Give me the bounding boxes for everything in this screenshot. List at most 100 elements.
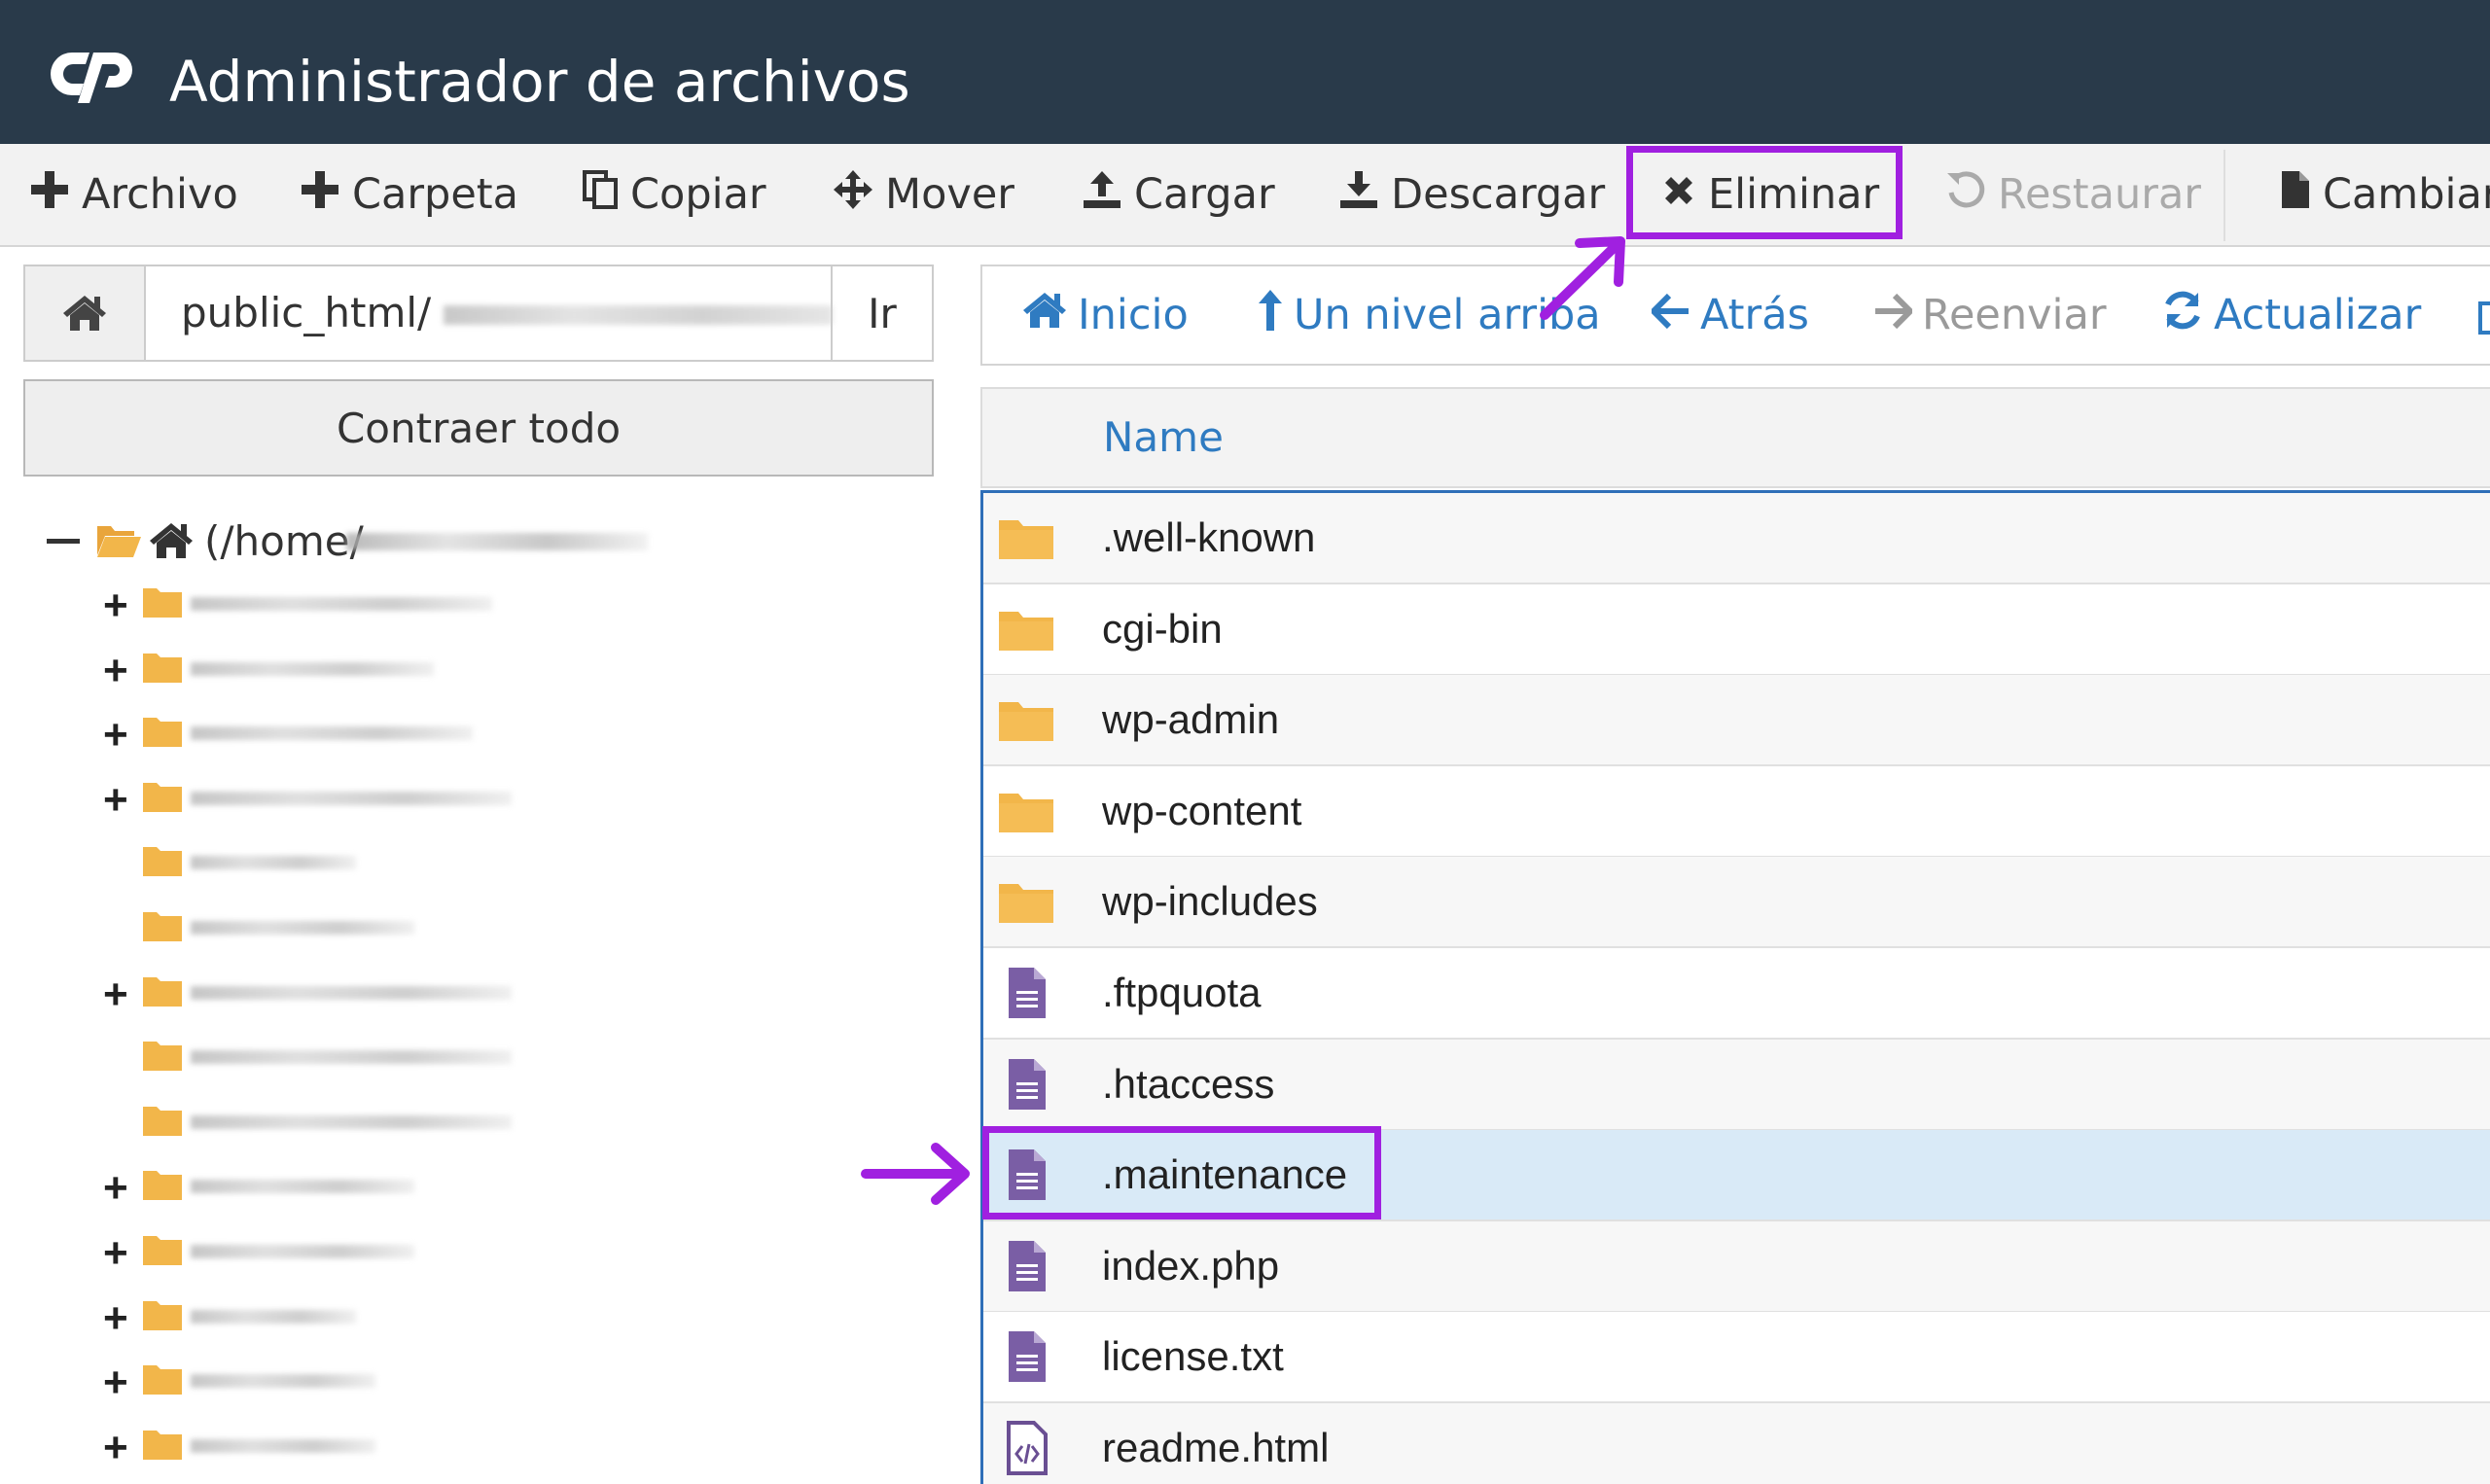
folder-icon [143, 1236, 182, 1265]
move-icon [833, 169, 873, 221]
code-file-icon [1007, 1421, 1048, 1475]
file-row[interactable]: cgi-bin [983, 583, 2490, 676]
expand-toggle[interactable]: + [103, 778, 128, 821]
file-icon [2280, 169, 2311, 221]
collapse-all-button[interactable]: Contraer todo [23, 379, 934, 477]
nav-home-button[interactable]: Inicio [1021, 266, 1189, 364]
tree-folder-item[interactable]: + [0, 711, 681, 760]
arrow-annotation-icon [1540, 236, 1625, 320]
restore-button[interactable]: Restaurar [1945, 144, 2201, 245]
file-row[interactable]: readme.html [983, 1403, 2490, 1484]
go-button[interactable]: Ir [831, 266, 932, 360]
expand-toggle[interactable]: + [103, 649, 128, 691]
upload-label: Cargar [1134, 170, 1275, 219]
plus-icon [29, 169, 70, 221]
folder-icon [143, 718, 182, 748]
arrow-right-icon [1873, 291, 1915, 339]
file-row[interactable]: wp-content [983, 765, 2490, 858]
nav-back-label: Atrás [1700, 291, 1809, 339]
tree-folder-redacted [191, 1438, 375, 1453]
nav-more-icon[interactable] [2478, 301, 2490, 335]
folder-icon [143, 976, 182, 1007]
path-home-button[interactable] [25, 266, 146, 360]
tree-folder-item[interactable]: + [0, 1229, 681, 1278]
tree-root-label: (/home/ [204, 516, 364, 565]
file-name: cgi-bin [1102, 605, 1223, 652]
tree-folder-item[interactable]: + [0, 1359, 681, 1407]
file-name: index.php [1102, 1242, 1280, 1289]
column-name-header[interactable]: Name [1103, 389, 1224, 486]
folder-icon [999, 611, 1053, 651]
collapse-toggle[interactable] [47, 538, 80, 544]
expand-toggle[interactable]: + [103, 972, 128, 1015]
tree-folder-item[interactable]: + [0, 776, 681, 825]
tree-folder-item[interactable] [0, 905, 681, 954]
level-up-icon [1257, 288, 1284, 343]
move-button[interactable]: Mover [833, 144, 1014, 245]
expand-toggle[interactable]: + [103, 584, 128, 627]
page-title: Administrador de archivos [169, 49, 910, 115]
file-row[interactable]: .htaccess [983, 1039, 2490, 1131]
tree-folder-redacted [191, 661, 434, 676]
folder-icon [999, 884, 1053, 924]
tree-folder-item[interactable]: + [0, 1294, 681, 1343]
new-file-button[interactable]: Archivo [29, 144, 238, 245]
tree-folder-item[interactable] [0, 840, 681, 889]
nav-forward-button[interactable]: Reenviar [1873, 266, 2107, 364]
tree-folder-item[interactable]: + [0, 1424, 681, 1472]
tree-folder-item[interactable] [0, 1100, 681, 1148]
nav-back-button[interactable]: Atrás [1649, 266, 1809, 364]
nav-forward-label: Reenviar [1922, 291, 2107, 339]
file-row[interactable]: license.txt [983, 1312, 2490, 1404]
change-permissions-button[interactable]: Cambiar [2280, 144, 2490, 245]
file-row[interactable]: index.php [983, 1220, 2490, 1313]
file-row[interactable]: .ftpquota [983, 948, 2490, 1040]
tree-folder-redacted [191, 1245, 414, 1258]
column-header: Name [980, 387, 2490, 488]
expand-toggle[interactable]: + [103, 714, 128, 757]
file-row[interactable]: wp-admin [983, 675, 2490, 767]
tree-folder-redacted [191, 1374, 375, 1389]
path-input[interactable]: public_html/ [181, 266, 431, 360]
file-name: wp-includes [1102, 878, 1318, 925]
tree-folder-redacted [191, 1309, 356, 1324]
expand-toggle[interactable]: + [103, 1296, 128, 1339]
upload-button[interactable]: Cargar [1082, 144, 1275, 245]
tree-folder-redacted [191, 597, 492, 611]
expand-toggle[interactable]: + [103, 1426, 128, 1468]
tree-folder-redacted [191, 856, 356, 870]
expand-toggle[interactable]: + [103, 1361, 128, 1404]
maintenance-highlight-box [982, 1126, 1381, 1219]
folder-icon [143, 1042, 182, 1072]
path-bar: public_html/ Ir [23, 265, 934, 362]
file-row[interactable]: wp-includes [983, 857, 2490, 949]
file-name: .ftpquota [1102, 970, 1262, 1015]
upload-icon [1082, 169, 1122, 221]
restore-label: Restaurar [1998, 170, 2201, 219]
tree-folder-item[interactable] [0, 1035, 681, 1083]
folder-icon [143, 1430, 182, 1460]
folder-open-icon [97, 526, 141, 557]
home-icon [63, 296, 106, 331]
new-file-label: Archivo [82, 170, 238, 219]
tree-root[interactable]: (/home/ [47, 510, 364, 572]
tree-folder-redacted [191, 921, 414, 935]
file-name: .well-known [1102, 514, 1316, 560]
path-redacted [444, 305, 833, 325]
expand-toggle[interactable]: + [103, 1232, 128, 1275]
file-row[interactable]: .well-known [983, 493, 2490, 584]
tree-folder-item[interactable]: + [0, 647, 681, 695]
folder-icon [143, 1365, 182, 1396]
download-label: Descargar [1391, 170, 1606, 219]
copy-button[interactable]: Copiar [582, 144, 766, 245]
new-folder-button[interactable]: Carpeta [300, 144, 518, 245]
tree-folder-item[interactable]: + [0, 971, 681, 1019]
file-name: readme.html [1102, 1425, 1330, 1470]
nav-refresh-button[interactable]: Actualizar [2161, 266, 2421, 364]
tree-folder-item[interactable]: + [0, 1164, 681, 1213]
tree-folder-redacted [191, 1050, 512, 1065]
folder-icon [143, 1171, 182, 1201]
expand-toggle[interactable]: + [103, 1167, 128, 1210]
text-file-icon [1009, 968, 1046, 1018]
tree-folder-item[interactable]: + [0, 582, 681, 630]
